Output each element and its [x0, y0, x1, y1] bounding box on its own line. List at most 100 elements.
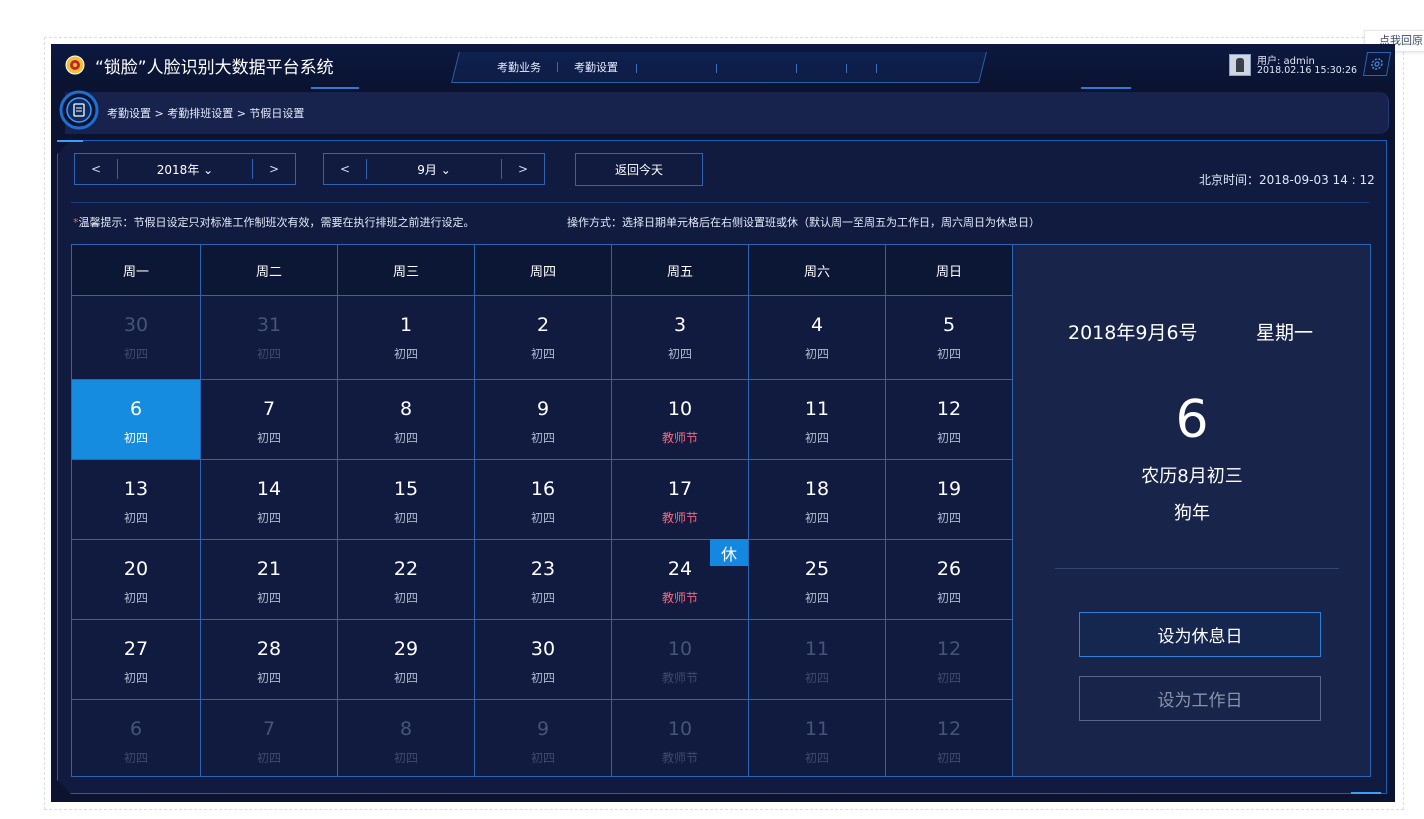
weekday-header: 周六 [749, 245, 886, 295]
calendar-day-cell[interactable]: 23 初四 [475, 539, 612, 619]
year-dropdown[interactable]: 2018年 ⌄ [118, 161, 252, 178]
lunar-label: 初四 [530, 347, 555, 361]
day-number: 19 [936, 478, 962, 500]
lunar-label: 初四 [393, 671, 418, 685]
calendar-day-cell[interactable]: 10 教师节 [612, 379, 749, 459]
weekday-header: 周五 [612, 245, 749, 295]
calendar-day-cell[interactable]: 7 初四 [201, 379, 338, 459]
calendar-day-cell[interactable]: 30 初四 [72, 295, 201, 379]
nav-item-attendance-business[interactable]: 考勤业务 [481, 59, 557, 75]
month-value: 9月 [417, 162, 437, 177]
calendar-day-cell[interactable]: 27 初四 [72, 619, 201, 699]
calendar-day-cell[interactable]: 11 初四 [749, 619, 886, 699]
next-month-button[interactable]: > [502, 154, 544, 184]
lunar-label: 初四 [256, 671, 281, 685]
calendar-day-cell[interactable]: 7 初四 [201, 699, 338, 776]
day-number: 11 [804, 398, 830, 420]
back-to-today-button[interactable]: 返回今天 [575, 153, 703, 186]
calendar-day-cell[interactable]: 13 初四 [72, 459, 201, 539]
lunar-label: 初四 [393, 751, 418, 765]
day-number: 30 [530, 638, 556, 660]
day-number: 10 [667, 398, 693, 420]
calendar-day-cell[interactable]: 18 初四 [749, 459, 886, 539]
calendar-day-cell[interactable]: 5 初四 [886, 295, 1013, 379]
lunar-label: 初四 [256, 511, 281, 525]
day-number: 18 [804, 478, 830, 500]
beijing-time: 北京时间：2018-09-03 14 : 12 [1199, 173, 1375, 187]
top-nav: 考勤业务 考勤设置 [481, 52, 634, 82]
calendar-day-cell[interactable]: 25 初四 [749, 539, 886, 619]
chevron-down-icon: ⌄ [440, 162, 451, 177]
nav-item-attendance-settings[interactable]: 考勤设置 [558, 59, 634, 75]
calendar-day-cell[interactable]: 6 初四 [72, 699, 201, 776]
calendar-day-cell[interactable]: 9 初四 [475, 379, 612, 459]
calendar-day-cell[interactable]: 12 初四 [886, 379, 1013, 459]
calendar-day-cell[interactable]: 21 初四 [201, 539, 338, 619]
calendar-day-cell[interactable]: 12 初四 [886, 619, 1013, 699]
weekday-header: 周二 [201, 245, 338, 295]
divider [71, 202, 1369, 203]
day-number: 31 [256, 314, 282, 336]
lunar-label: 初四 [123, 591, 148, 605]
day-number: 2 [536, 314, 550, 336]
calendar-day-cell[interactable]: 19 初四 [886, 459, 1013, 539]
next-year-button[interactable]: > [253, 154, 295, 184]
day-number: 5 [942, 314, 956, 336]
calendar-day-cell[interactable]: 20 初四 [72, 539, 201, 619]
selected-date: 2018年9月6号 [1068, 322, 1198, 344]
calendar-day-cell[interactable]: 22 初四 [338, 539, 475, 619]
calendar-day-cell[interactable]: 6 初四 [72, 379, 201, 459]
settings-button[interactable] [1362, 52, 1392, 76]
app-window: “锁脸”人脸识别大数据平台系统 考勤业务 考勤设置 用户: admin 2018… [51, 44, 1395, 802]
month-dropdown[interactable]: 9月 ⌄ [367, 161, 501, 178]
calendar-day-cell[interactable]: 17 教师节 [612, 459, 749, 539]
zodiac-year: 狗年 [1174, 503, 1210, 524]
calendar-day-cell[interactable]: 2 初四 [475, 295, 612, 379]
lunar-label: 初四 [530, 671, 555, 685]
calendar-day-cell[interactable]: 9 初四 [475, 699, 612, 776]
calendar-day-cell[interactable]: 1 初四 [338, 295, 475, 379]
calendar-day-cell[interactable]: 14 初四 [201, 459, 338, 539]
calendar-day-cell[interactable]: 8 初四 [338, 699, 475, 776]
nav-tick [876, 64, 877, 73]
set-work-day-button[interactable]: 设为工作日 [1079, 676, 1321, 721]
day-number: 1 [399, 314, 413, 336]
calendar-day-cell[interactable]: 15 初四 [338, 459, 475, 539]
calendar-day-cell[interactable]: 12 初四 [886, 699, 1013, 776]
rest-day-badge: 休 [710, 539, 748, 566]
day-number: 26 [936, 558, 962, 580]
lunar-label: 初四 [256, 751, 281, 765]
day-number: 13 [123, 478, 149, 500]
day-number: 7 [262, 398, 276, 420]
lunar-label: 初四 [256, 591, 281, 605]
prev-year-button[interactable]: < [75, 154, 117, 184]
weekday-header: 周四 [475, 245, 612, 295]
calendar-day-cell[interactable]: 16 初四 [475, 459, 612, 539]
calendar-day-cell[interactable]: 26 初四 [886, 539, 1013, 619]
calendar-day-cell[interactable]: 11 初四 [749, 379, 886, 459]
lunar-label: 初四 [667, 347, 692, 361]
lunar-label: 初四 [256, 347, 281, 361]
set-rest-day-button[interactable]: 设为休息日 [1079, 612, 1321, 657]
lunar-label: 初四 [123, 751, 148, 765]
calendar-day-cell[interactable]: 10 教师节 [612, 699, 749, 776]
calendar-day-cell[interactable]: 31 初四 [201, 295, 338, 379]
lunar-label: 初四 [393, 347, 418, 361]
police-badge-icon [65, 55, 85, 75]
deco-line [1081, 87, 1131, 89]
calendar-day-cell[interactable]: 11 初四 [749, 699, 886, 776]
calendar-day-cell[interactable]: 8 初四 [338, 379, 475, 459]
calendar-day-cell[interactable]: 10 教师节 [612, 619, 749, 699]
prev-month-button[interactable]: < [324, 154, 366, 184]
lunar-label: 初四 [936, 347, 961, 361]
avatar-icon[interactable] [1229, 54, 1251, 76]
calendar-day-cell[interactable]: 3 初四 [612, 295, 749, 379]
calendar-day-cell[interactable]: 28 初四 [201, 619, 338, 699]
calendar-day-cell[interactable]: 4 初四 [749, 295, 886, 379]
day-number: 12 [936, 718, 962, 740]
calendar-day-cell[interactable]: 30 初四 [475, 619, 612, 699]
calendar-day-cell[interactable]: 29 初四 [338, 619, 475, 699]
lunar-label: 初四 [936, 751, 961, 765]
warm-tip-text: 温馨提示：节假日设定只对标准工作制班次有效，需要在执行排班之前进行设定。 [78, 216, 475, 229]
lunar-label: 初四 [936, 671, 961, 685]
